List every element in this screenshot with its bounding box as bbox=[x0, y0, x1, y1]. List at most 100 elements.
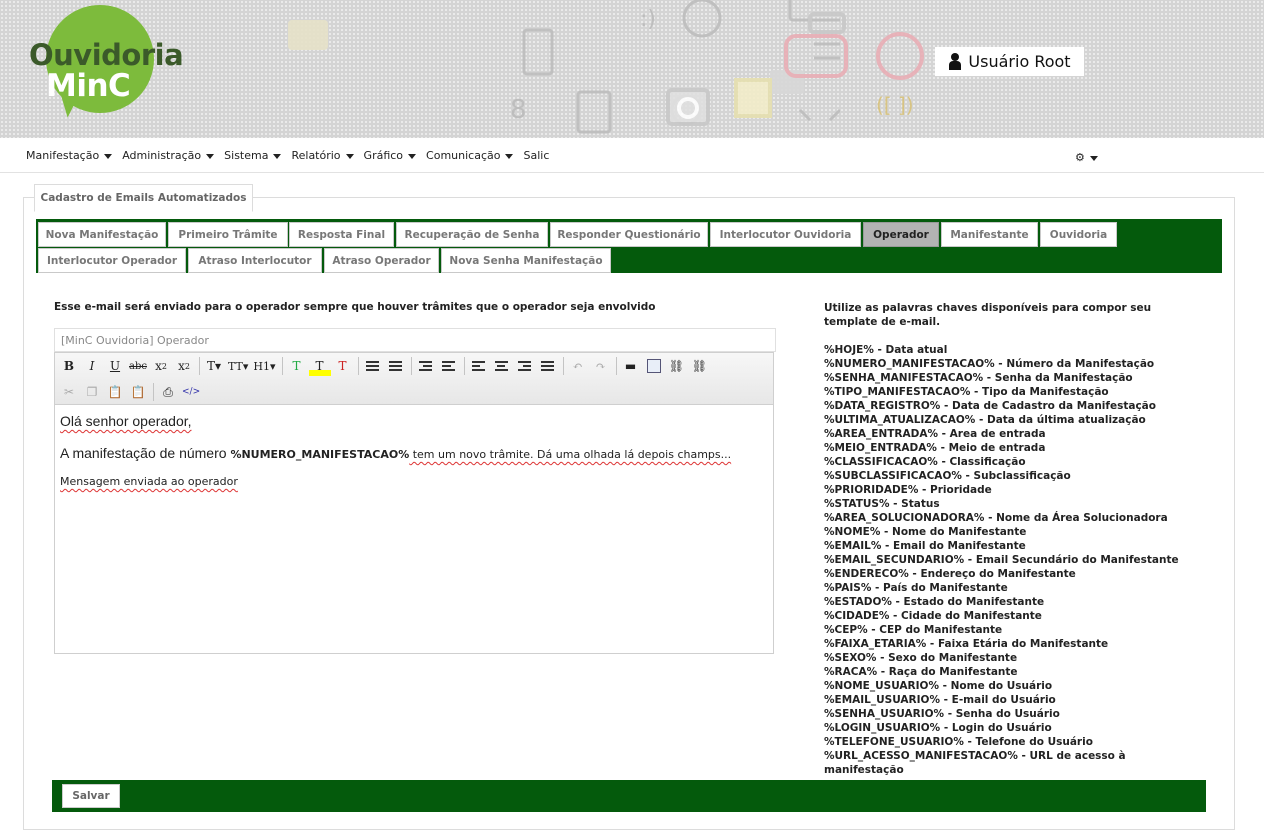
tab-primeiro-tramite[interactable]: Primeiro Trâmite bbox=[168, 222, 288, 247]
form-footer-bar bbox=[52, 780, 1206, 812]
gear-icon: ⚙ bbox=[1075, 151, 1085, 164]
toolbar-divider bbox=[153, 383, 154, 401]
email-subject-input[interactable] bbox=[54, 328, 776, 352]
keyword-item: %NOME_USUARIO% - Nome do Usuário bbox=[824, 680, 1053, 692]
editor-line-body: A manifestação de número %NUMERO_MANIFES… bbox=[60, 445, 768, 461]
text-color-icon[interactable]: T bbox=[286, 356, 308, 376]
redo-icon[interactable]: ↷ bbox=[590, 356, 612, 376]
toolbar-divider bbox=[562, 357, 564, 375]
print-icon[interactable]: ⎙ bbox=[157, 382, 179, 402]
save-button[interactable]: Salvar bbox=[62, 784, 120, 808]
align-left-icon[interactable] bbox=[468, 356, 490, 376]
editor-content-area[interactable]: Olá senhor operador, A manifestação de n… bbox=[55, 405, 773, 494]
keyword-item: %SENHA_MANIFESTACAO% - Senha da Manifest… bbox=[824, 372, 1133, 384]
keywords-list: %HOJE% - Data atual %NUMERO_MANIFESTACAO%… bbox=[824, 343, 1204, 777]
keyword-item: %PAIS% - País do Manifestante bbox=[824, 582, 1008, 594]
nav-item-relatorio[interactable]: Relatório bbox=[291, 149, 354, 162]
panel-title-tab: Cadastro de Emails Automatizados bbox=[34, 184, 253, 212]
heading-icon[interactable]: H1▾ bbox=[251, 356, 277, 376]
indent-icon[interactable] bbox=[438, 356, 460, 376]
keyword-item: %ENDERECO% - Endereço do Manifestante bbox=[824, 568, 1076, 580]
keyword-item: %CEP% - CEP do Manifestante bbox=[824, 624, 1003, 636]
image-icon[interactable] bbox=[643, 356, 665, 376]
nav-item-salic[interactable]: Salic bbox=[523, 149, 549, 162]
settings-menu-button[interactable]: ⚙ bbox=[1075, 151, 1098, 164]
nav-item-sistema[interactable]: Sistema bbox=[224, 149, 282, 162]
keyword-item: %NOME% - Nome do Manifestante bbox=[824, 526, 1027, 538]
align-center-icon[interactable] bbox=[491, 356, 513, 376]
keyword-item: %SUBCLASSIFICACAO% - Subclassificação bbox=[824, 470, 1071, 482]
bullet-list-icon[interactable] bbox=[362, 356, 384, 376]
keyword-item: %DATA_REGISTRO% - Data de Cadastro da Ma… bbox=[824, 400, 1156, 412]
numbered-list-icon[interactable] bbox=[385, 356, 407, 376]
tab-manifestante[interactable]: Manifestante bbox=[941, 222, 1038, 247]
keywords-intro: Utilize as palavras chaves disponíveis p… bbox=[824, 302, 1152, 328]
keyword-item: %AREA_SOLUCIONADORA% - Nome da Área Solu… bbox=[824, 512, 1168, 524]
template-description: Esse e-mail será enviado para o operador… bbox=[54, 301, 656, 313]
align-right-icon[interactable] bbox=[514, 356, 536, 376]
tab-recuperacao-senha[interactable]: Recuperação de Senha bbox=[396, 222, 548, 247]
keyword-item: %AREA_ENTRADA% - Area de entrada bbox=[824, 428, 1046, 440]
keyword-item: %SEXO% - Sexo do Manifestante bbox=[824, 652, 1018, 664]
clear-formatting-icon[interactable]: T bbox=[332, 356, 354, 376]
horizontal-rule-icon[interactable]: ▬ bbox=[620, 356, 642, 376]
keyword-item: %EMAIL_SECUNDARIO% - Email Secundário do… bbox=[824, 554, 1179, 566]
tab-responder-questionario[interactable]: Responder Questionário bbox=[550, 222, 708, 247]
keyword-item: %NUMERO_MANIFESTACAO% - Número da Manife… bbox=[824, 358, 1155, 370]
undo-icon[interactable]: ↶ bbox=[567, 356, 589, 376]
keyword-item: %STATUS% - Status bbox=[824, 498, 940, 510]
caret-down-icon bbox=[408, 153, 417, 159]
keyword-item: %MEIO_ENTRADA% - Meio de entrada bbox=[824, 442, 1046, 454]
subscript-icon[interactable]: x2 bbox=[150, 356, 172, 376]
caret-down-icon bbox=[345, 153, 354, 159]
toolbar-divider bbox=[615, 357, 617, 375]
caret-down-icon bbox=[1089, 155, 1098, 161]
tab-interlocutor-ouvidoria[interactable]: Interlocutor Ouvidoria bbox=[710, 222, 861, 247]
highlight-icon[interactable]: T bbox=[308, 356, 331, 376]
paste-text-icon[interactable]: 📋 bbox=[127, 382, 149, 402]
source-code-icon[interactable]: </> bbox=[180, 382, 202, 402]
nav-item-comunicacao[interactable]: Comunicação bbox=[426, 149, 514, 162]
paste-icon[interactable]: 📋 bbox=[104, 382, 126, 402]
editor-line-greeting: Olá senhor operador, bbox=[60, 413, 192, 429]
keyword-item: %ESTADO% - Estado do Manifestante bbox=[824, 596, 1045, 608]
superscript-icon[interactable]: x2 bbox=[173, 356, 195, 376]
nav-item-grafico[interactable]: Gráfico bbox=[364, 149, 417, 162]
tab-nova-manifestacao[interactable]: Nova Manifestação bbox=[38, 222, 166, 247]
logo-text-minc: MinC bbox=[46, 68, 131, 104]
link-icon[interactable]: ⛓ bbox=[666, 356, 688, 376]
caret-down-icon bbox=[206, 153, 215, 159]
template-tabs: Nova Manifestação Primeiro Trâmite Respo… bbox=[36, 219, 1222, 273]
tab-atraso-operador[interactable]: Atraso Operador bbox=[324, 248, 439, 273]
tab-nova-senha-manifestacao[interactable]: Nova Senha Manifestação bbox=[441, 248, 611, 273]
keyword-item: %TIPO_MANIFESTACAO% - Tipo da Manifestaç… bbox=[824, 386, 1109, 398]
caret-down-icon bbox=[505, 153, 514, 159]
cut-icon[interactable]: ✂ bbox=[58, 382, 80, 402]
font-family-icon[interactable]: T▾ bbox=[203, 356, 225, 376]
keyword-item: %RACA% - Raça do Manifestante bbox=[824, 666, 1018, 678]
keyword-item: %ULTIMA_ATUALIZACAO% - Data da última at… bbox=[824, 414, 1146, 426]
font-size-icon[interactable]: TT▾ bbox=[226, 356, 250, 376]
copy-icon[interactable]: ❐ bbox=[81, 382, 103, 402]
unlink-icon[interactable]: ⛓ bbox=[689, 356, 711, 376]
bold-icon[interactable]: B bbox=[58, 356, 80, 376]
toolbar-divider bbox=[410, 357, 412, 375]
tab-interlocutor-operador[interactable]: Interlocutor Operador bbox=[38, 248, 186, 273]
keyword-item: %CLASSIFICACAO% - Classificação bbox=[824, 456, 1026, 468]
rich-text-editor: B I U abc x2 x2 T▾ TT▾ H1▾ T T T ↶ ↷ ▬ ⛓… bbox=[54, 352, 774, 654]
underline-icon[interactable]: U bbox=[104, 356, 126, 376]
toolbar-divider bbox=[281, 357, 283, 375]
main-navbar: Manifestação Administração Sistema Relat… bbox=[0, 138, 1264, 173]
nav-item-administracao[interactable]: Administração bbox=[122, 149, 215, 162]
tab-resposta-final[interactable]: Resposta Final bbox=[289, 222, 394, 247]
outdent-icon[interactable] bbox=[415, 356, 437, 376]
tab-operador[interactable]: Operador bbox=[863, 222, 939, 247]
tab-atraso-interlocutor[interactable]: Atraso Interlocutor bbox=[188, 248, 322, 273]
align-justify-icon[interactable] bbox=[537, 356, 559, 376]
italic-icon[interactable]: I bbox=[81, 356, 103, 376]
user-menu-button[interactable]: Usuário Root bbox=[935, 47, 1084, 76]
nav-item-manifestacao[interactable]: Manifestação bbox=[26, 149, 113, 162]
toolbar-divider bbox=[199, 357, 200, 375]
tab-ouvidoria[interactable]: Ouvidoria bbox=[1040, 222, 1117, 247]
strikethrough-icon[interactable]: abc bbox=[127, 356, 149, 376]
